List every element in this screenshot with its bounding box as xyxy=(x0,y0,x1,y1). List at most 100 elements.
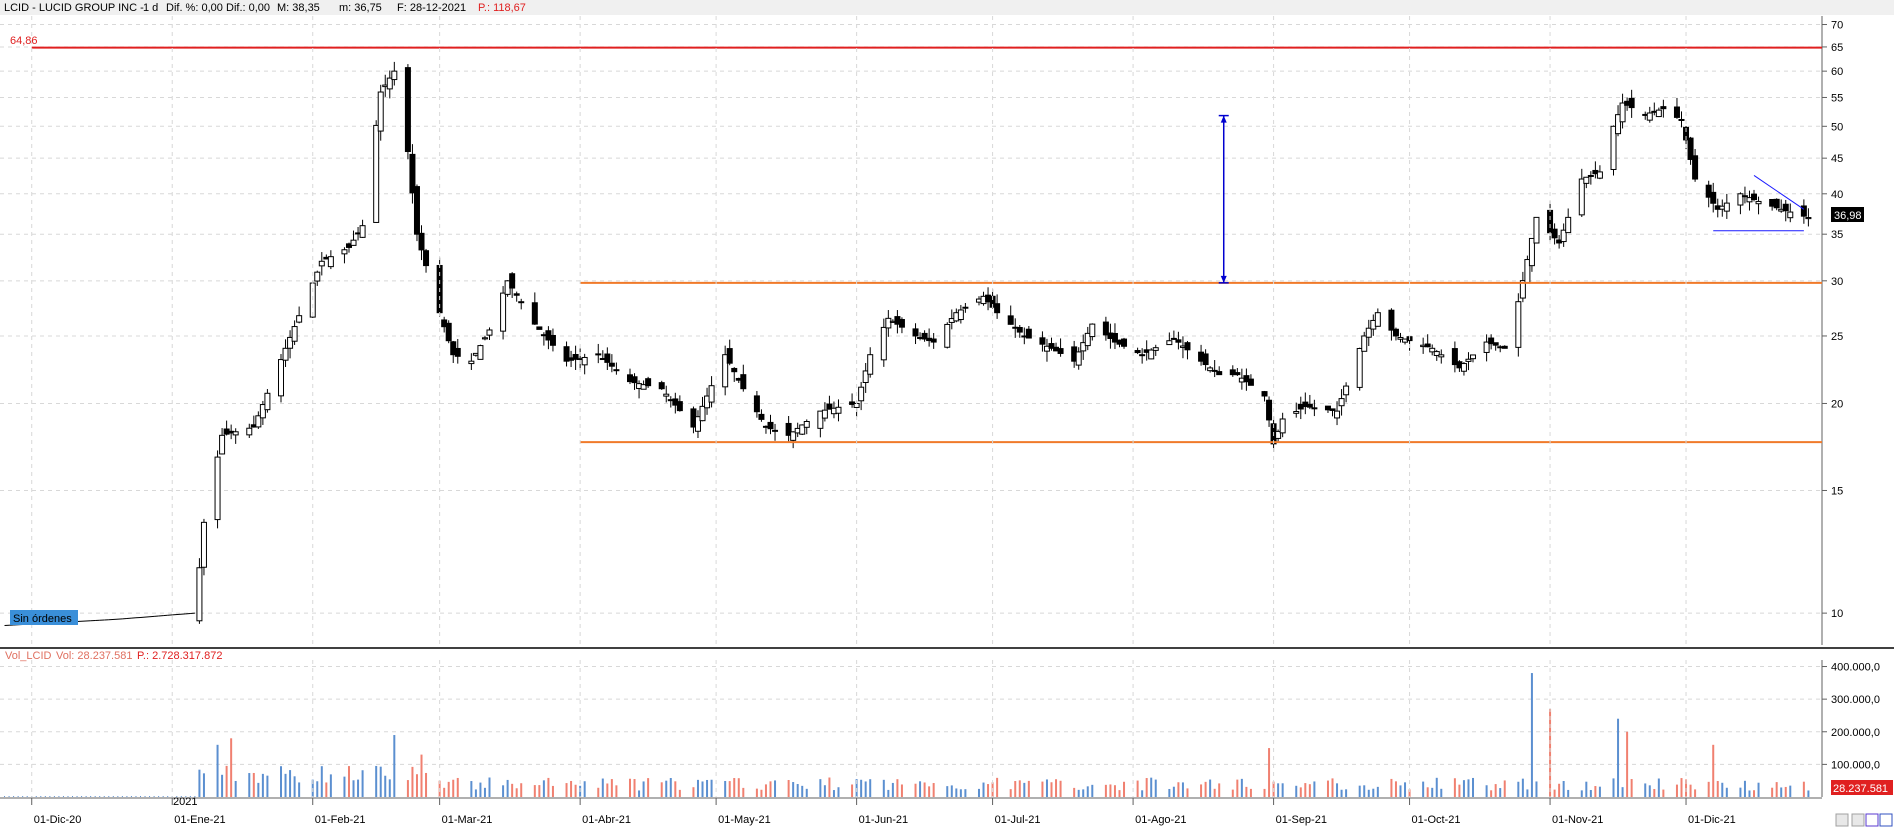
volume-bar xyxy=(506,779,509,797)
save-icon[interactable] xyxy=(1879,813,1893,827)
volume-bar xyxy=(470,781,473,797)
candle-body xyxy=(314,271,321,282)
candle-body xyxy=(1392,328,1399,337)
price-panel: 10 15 20 25 30 35 40 45 50 55 60 65 70 xyxy=(0,16,1843,645)
candle-body xyxy=(486,329,493,336)
candle-body xyxy=(1692,155,1699,180)
volume-bar xyxy=(1467,779,1470,797)
vol-value-label: Vol: 28.237.581 xyxy=(56,650,132,662)
candle-body xyxy=(835,406,842,414)
candle-body xyxy=(1678,118,1685,121)
volume-bar xyxy=(415,774,418,797)
volume-panel: 100.000,0 200.000,0 300.000,0 400.000,0 xyxy=(0,660,1880,797)
measure-arrow-head-bottom xyxy=(1220,275,1227,283)
stock-chart[interactable]: LCID - LUCID GROUP INC - 1 d Dif. %: 0,0… xyxy=(0,0,1894,830)
date-label: F: 28-12-2021 xyxy=(397,2,466,14)
volume-bar-pre xyxy=(13,796,15,797)
volume-bar xyxy=(347,766,350,797)
candle-body xyxy=(930,338,937,343)
volume-bar xyxy=(1150,777,1153,797)
volume-bar-pre xyxy=(158,796,160,797)
candle-body xyxy=(1007,315,1014,325)
candle-body xyxy=(1460,363,1467,372)
volume-bar xyxy=(801,785,804,797)
volume-bar xyxy=(1209,779,1212,797)
volume-bar xyxy=(828,777,831,797)
candle-body xyxy=(821,409,828,419)
candle-body xyxy=(962,306,969,309)
volume-bar xyxy=(266,775,269,797)
volume-bar xyxy=(406,780,409,797)
volume-bar xyxy=(1757,782,1760,797)
volume-bar xyxy=(515,788,518,797)
volume-bar xyxy=(1177,782,1180,797)
volume-bar xyxy=(1721,782,1724,797)
candle-body xyxy=(1533,216,1540,244)
volume-bar-pre xyxy=(126,796,128,797)
volume-bar xyxy=(1694,789,1697,797)
volume-bar xyxy=(1725,787,1728,797)
volume-bar xyxy=(896,779,899,797)
candle-body xyxy=(853,402,860,408)
volume-bar xyxy=(1567,789,1570,797)
volume-bar xyxy=(1372,788,1375,797)
volume-bar-pre xyxy=(99,796,101,797)
volume-bar xyxy=(792,782,795,797)
volume-bar xyxy=(1023,782,1026,797)
volume-bar xyxy=(1680,778,1683,797)
volume-bar xyxy=(1168,788,1171,797)
candle-body xyxy=(1723,202,1730,212)
volume-bar-pre xyxy=(112,796,114,797)
volume-bar xyxy=(928,786,931,797)
volume-bar xyxy=(769,781,772,797)
scroll-left-icon[interactable] xyxy=(1835,813,1849,827)
volume-bar xyxy=(733,778,736,797)
volume-bar-pre xyxy=(17,796,19,797)
volume-bar xyxy=(615,785,618,797)
volume-bar xyxy=(1648,785,1651,797)
volume-bar-pre xyxy=(62,796,64,797)
volume-bar xyxy=(1689,784,1692,797)
volume-bar xyxy=(425,772,428,797)
volume-bar xyxy=(1041,781,1044,797)
volume-bar xyxy=(701,781,704,797)
candle-body xyxy=(1655,109,1662,118)
volume-bar xyxy=(1748,790,1751,797)
volume-bar xyxy=(1630,779,1633,797)
candle-body xyxy=(1583,176,1590,184)
volume-bar xyxy=(511,783,514,797)
candle-body xyxy=(1334,410,1341,419)
panel-separator[interactable] xyxy=(0,647,1894,649)
h-icon[interactable] xyxy=(1865,813,1879,827)
volume-bar xyxy=(696,779,699,797)
volume-bar xyxy=(583,781,586,797)
volume-bar xyxy=(1104,784,1107,797)
candle-body xyxy=(1751,193,1758,201)
candle-body xyxy=(1234,372,1241,376)
candle-body xyxy=(772,429,779,432)
volume-bar xyxy=(298,782,301,797)
volume-bar xyxy=(1626,731,1629,797)
candle-body xyxy=(377,91,384,132)
candle-body xyxy=(740,374,747,390)
candle-body xyxy=(1306,403,1313,408)
volume-bar xyxy=(1268,748,1271,797)
volume-bar-pre xyxy=(67,796,69,797)
x-tick-label: 01-Dic-21 xyxy=(1688,814,1736,826)
volume-bar-pre xyxy=(40,796,42,797)
volume-bar-pre xyxy=(149,796,151,797)
scroll-right-icon[interactable] xyxy=(1851,813,1865,827)
volume-bar xyxy=(869,779,872,797)
volume-bar-pre xyxy=(44,796,46,797)
volume-bar xyxy=(411,766,414,797)
volume-bar xyxy=(946,786,949,797)
price-tick-label: 25 xyxy=(1831,331,1843,343)
volume-bar xyxy=(1231,789,1234,797)
volume-bar xyxy=(1553,789,1556,797)
volume-bar xyxy=(1653,788,1656,797)
candle-body xyxy=(631,376,638,384)
candle-body xyxy=(1184,342,1191,351)
volume-bar xyxy=(1743,780,1746,797)
volume-bar xyxy=(1789,785,1792,797)
volume-bar xyxy=(384,775,387,797)
